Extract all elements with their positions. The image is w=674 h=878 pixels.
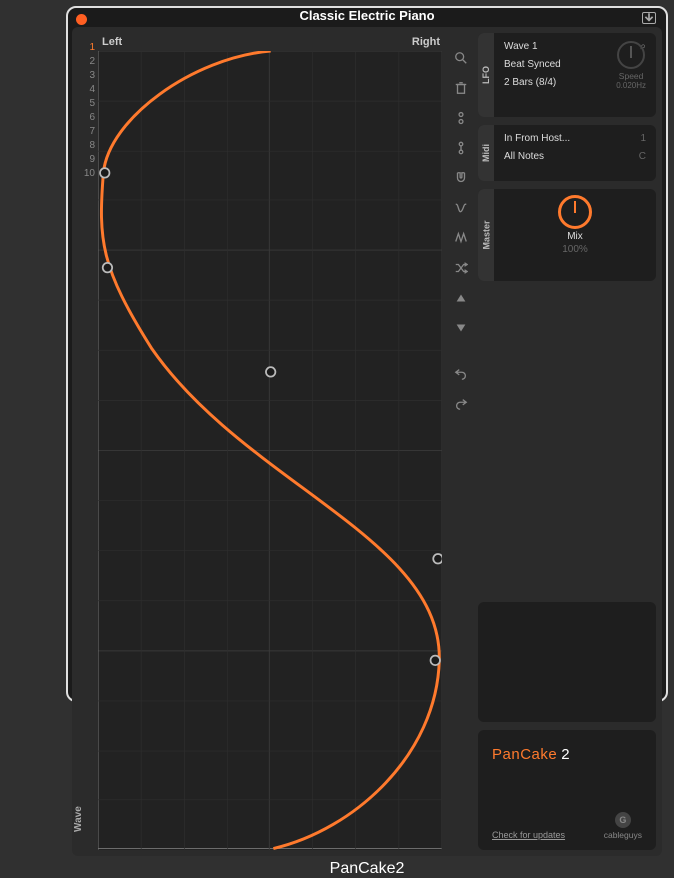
midi-tab-label: Midi — [481, 144, 491, 162]
wave-curve[interactable] — [101, 51, 439, 849]
grid-svg — [98, 51, 442, 850]
empty-panel — [478, 602, 656, 722]
right-column: LFO Wave 1 ⌕ Beat Synced 2 Bars (8/4) Sp… — [478, 33, 656, 850]
speed-label: Speed — [619, 71, 644, 81]
lfo-panel: LFO Wave 1 ⌕ Beat Synced 2 Bars (8/4) Sp… — [478, 33, 656, 117]
lfo-rate[interactable]: 2 Bars (8/4) — [504, 77, 556, 88]
midi-notes-hint: C — [639, 151, 646, 162]
plugin-window: Classic Electric Piano 12345678910 Left … — [66, 6, 668, 702]
company-logo[interactable]: G cableguys — [604, 812, 642, 840]
wave-slot-8[interactable]: 8 — [89, 139, 98, 153]
left-label: Left — [102, 36, 122, 48]
wave-slot-4[interactable]: 4 — [89, 83, 98, 97]
tool-strip — [450, 33, 472, 850]
zoom-icon[interactable] — [452, 49, 470, 67]
wave-slot-1[interactable]: 1 — [89, 41, 98, 55]
right-label: Right — [412, 36, 440, 48]
wave-slot-6[interactable]: 6 — [89, 111, 98, 125]
triangle-up-icon[interactable] — [452, 289, 470, 307]
product-logo: PanCake2 — [492, 746, 642, 763]
update-link[interactable]: Check for updates — [492, 830, 565, 840]
titlebar: Classic Electric Piano — [68, 8, 666, 23]
midi-input[interactable]: In From Host... — [504, 133, 570, 144]
midi-notes[interactable]: All Notes — [504, 151, 544, 162]
midi-panel: Midi In From Host... 1 All Notes C — [478, 125, 656, 181]
shuffle-icon[interactable] — [452, 259, 470, 277]
speed-value: 0.020Hz — [616, 81, 646, 90]
node-icon[interactable] — [452, 109, 470, 127]
lfo-tab-label: LFO — [481, 66, 491, 84]
wave-axis-label: Wave — [73, 806, 84, 832]
magnet-icon[interactable] — [452, 169, 470, 187]
trash-icon[interactable] — [452, 79, 470, 97]
midi-input-hint: 1 — [640, 133, 646, 144]
wave-slot-10[interactable]: 10 — [84, 167, 98, 181]
wave-editor: 12345678910 Left Right — [78, 33, 444, 850]
wave-grid[interactable]: Wave — [98, 51, 442, 850]
pan-labels: Left Right — [98, 33, 444, 51]
lfo-sync-mode[interactable]: Beat Synced — [504, 59, 561, 70]
wave-smooth-icon[interactable] — [452, 199, 470, 217]
window-title: Classic Electric Piano — [299, 8, 434, 23]
master-panel: Master Mix 100% — [478, 189, 656, 281]
redo-icon[interactable] — [452, 395, 470, 413]
wave-slot-3[interactable]: 3 — [89, 69, 98, 83]
download-icon[interactable] — [642, 12, 656, 24]
footer-title: PanCake2 — [330, 860, 405, 878]
plugin-body: 12345678910 Left Right — [72, 27, 662, 856]
wave-sharp-icon[interactable] — [452, 229, 470, 247]
triangle-down-icon[interactable] — [452, 319, 470, 337]
brand-panel: PanCake2 Check for updates G cableguys — [478, 730, 656, 850]
speed-knob[interactable] — [617, 41, 645, 69]
wave-slot-2[interactable]: 2 — [89, 55, 98, 69]
wave-slot-9[interactable]: 9 — [89, 153, 98, 167]
link-icon[interactable] — [452, 139, 470, 157]
wave-slot-list: 12345678910 — [78, 33, 98, 850]
mix-value: 100% — [562, 244, 588, 255]
undo-icon[interactable] — [452, 365, 470, 383]
lfo-wave-name[interactable]: Wave 1 — [504, 41, 538, 52]
footer: PanCake2 — [68, 860, 666, 878]
close-button[interactable] — [76, 14, 87, 25]
wave-slot-7[interactable]: 7 — [89, 125, 98, 139]
wave-slot-5[interactable]: 5 — [89, 97, 98, 111]
master-tab-label: Master — [481, 220, 491, 249]
mix-label: Mix — [567, 231, 583, 242]
mix-knob[interactable] — [558, 195, 592, 229]
